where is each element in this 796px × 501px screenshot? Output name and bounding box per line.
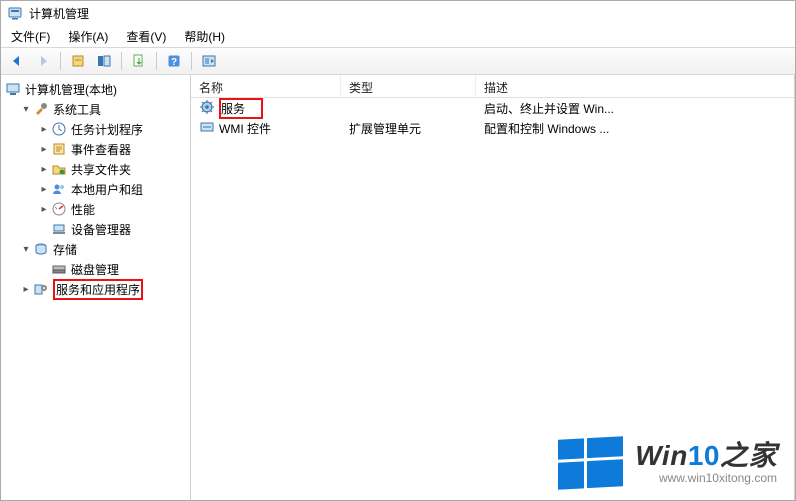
gear-icon — [199, 99, 215, 118]
list-cell-type: 扩展管理单元 — [341, 120, 476, 137]
expand-icon[interactable]: ▸ — [37, 144, 51, 155]
help-button[interactable]: ? — [162, 50, 186, 72]
tree-shared-folders[interactable]: ▸ 共享文件夹 — [37, 159, 190, 179]
column-header-name[interactable]: 名称 — [191, 75, 341, 97]
menu-file[interactable]: 文件(F) — [5, 26, 60, 47]
forward-button[interactable] — [31, 50, 55, 72]
expand-icon[interactable]: ▸ — [37, 164, 51, 175]
disk-icon — [51, 261, 67, 277]
tree-event-viewer[interactable]: ▸ 事件查看器 — [37, 139, 190, 159]
toolbar-separator — [60, 52, 61, 70]
titlebar: 计算机管理 — [1, 1, 795, 25]
tree-task-scheduler[interactable]: ▸ 任务计划程序 — [37, 119, 190, 139]
folder-share-icon — [51, 161, 67, 177]
watermark-brand: Win10之家 — [635, 440, 777, 472]
tree-root-computer-management[interactable]: 计算机管理(本地) — [1, 79, 190, 99]
back-button[interactable] — [5, 50, 29, 72]
device-icon — [51, 221, 67, 237]
tree-pane[interactable]: 计算机管理(本地) ▾ 系统工具 ▸ — [1, 75, 191, 500]
list-cell-desc: 配置和控制 Windows ... — [476, 120, 794, 137]
collapse-icon[interactable]: ▾ — [19, 244, 33, 255]
tree-disk-management[interactable]: 磁盘管理 — [37, 259, 190, 279]
expand-icon[interactable]: ▸ — [37, 184, 51, 195]
storage-icon — [33, 241, 49, 257]
services-apps-icon — [33, 281, 49, 297]
windows-logo-icon — [558, 436, 623, 489]
watermark-url: www.win10xitong.com — [635, 472, 777, 486]
event-icon — [51, 141, 67, 157]
svg-text:?: ? — [171, 57, 177, 68]
collapse-icon[interactable]: ▾ — [19, 104, 33, 115]
list-row[interactable]: WMI 控件 扩展管理单元 配置和控制 Windows ... — [191, 118, 794, 138]
column-header-type[interactable]: 类型 — [341, 75, 476, 97]
main-area: 计算机管理(本地) ▾ 系统工具 ▸ — [1, 75, 795, 500]
column-header-desc[interactable]: 描述 — [476, 75, 794, 97]
toolbar: ? — [1, 47, 795, 75]
users-icon — [51, 181, 67, 197]
export-list-button[interactable] — [127, 50, 151, 72]
list-pane[interactable]: 名称 类型 描述 服务 启动、终止并设置 Win... WMI 控件 扩展管理单… — [191, 75, 795, 500]
tree-label: 本地用户和组 — [71, 181, 143, 198]
tree-label: 存储 — [53, 241, 77, 258]
toolbar-separator — [121, 52, 122, 70]
list-cell-desc: 启动、终止并设置 Win... — [476, 100, 794, 117]
expand-icon[interactable]: ▸ — [37, 204, 51, 215]
tree-label-highlighted: 服务和应用程序 — [53, 279, 143, 300]
actions-button[interactable] — [197, 50, 221, 72]
tree-system-tools[interactable]: ▾ 系统工具 — [19, 99, 190, 119]
tree-label: 计算机管理(本地) — [25, 81, 117, 98]
tree-label: 性能 — [71, 201, 95, 218]
toolbar-separator — [156, 52, 157, 70]
expand-icon[interactable]: ▸ — [37, 124, 51, 135]
tree-device-manager[interactable]: 设备管理器 — [37, 219, 190, 239]
tree-label: 任务计划程序 — [71, 121, 143, 138]
list-cell-name-highlighted: 服务 — [219, 98, 263, 119]
clock-icon — [51, 121, 67, 137]
wmi-icon — [199, 119, 215, 138]
tree-label: 系统工具 — [53, 101, 101, 118]
tree-local-users-groups[interactable]: ▸ 本地用户和组 — [37, 179, 190, 199]
tree-services-and-applications[interactable]: ▸ 服务和应用程序 — [19, 279, 190, 299]
list-header: 名称 类型 描述 — [191, 75, 794, 98]
list-cell-name: WMI 控件 — [219, 120, 271, 137]
menu-help[interactable]: 帮助(H) — [178, 26, 235, 47]
expand-icon[interactable]: ▸ — [19, 284, 33, 295]
tree-storage[interactable]: ▾ 存储 — [19, 239, 190, 259]
menu-action[interactable]: 操作(A) — [62, 26, 118, 47]
computer-icon — [5, 81, 21, 97]
menubar: 文件(F) 操作(A) 查看(V) 帮助(H) — [1, 25, 795, 47]
list-row[interactable]: 服务 启动、终止并设置 Win... — [191, 98, 794, 118]
tree-performance[interactable]: ▸ 性能 — [37, 199, 190, 219]
tree-label: 磁盘管理 — [71, 261, 119, 278]
toolbar-separator — [191, 52, 192, 70]
menu-view[interactable]: 查看(V) — [120, 26, 176, 47]
up-button[interactable] — [66, 50, 90, 72]
tree-label: 事件查看器 — [71, 141, 131, 158]
watermark: Win10之家 www.win10xitong.com — [558, 438, 777, 488]
window-title: 计算机管理 — [29, 5, 89, 22]
tools-icon — [33, 101, 49, 117]
show-hide-tree-button[interactable] — [92, 50, 116, 72]
app-icon — [7, 5, 23, 21]
tree-label: 共享文件夹 — [71, 161, 131, 178]
performance-icon — [51, 201, 67, 217]
tree-label: 设备管理器 — [71, 221, 131, 238]
